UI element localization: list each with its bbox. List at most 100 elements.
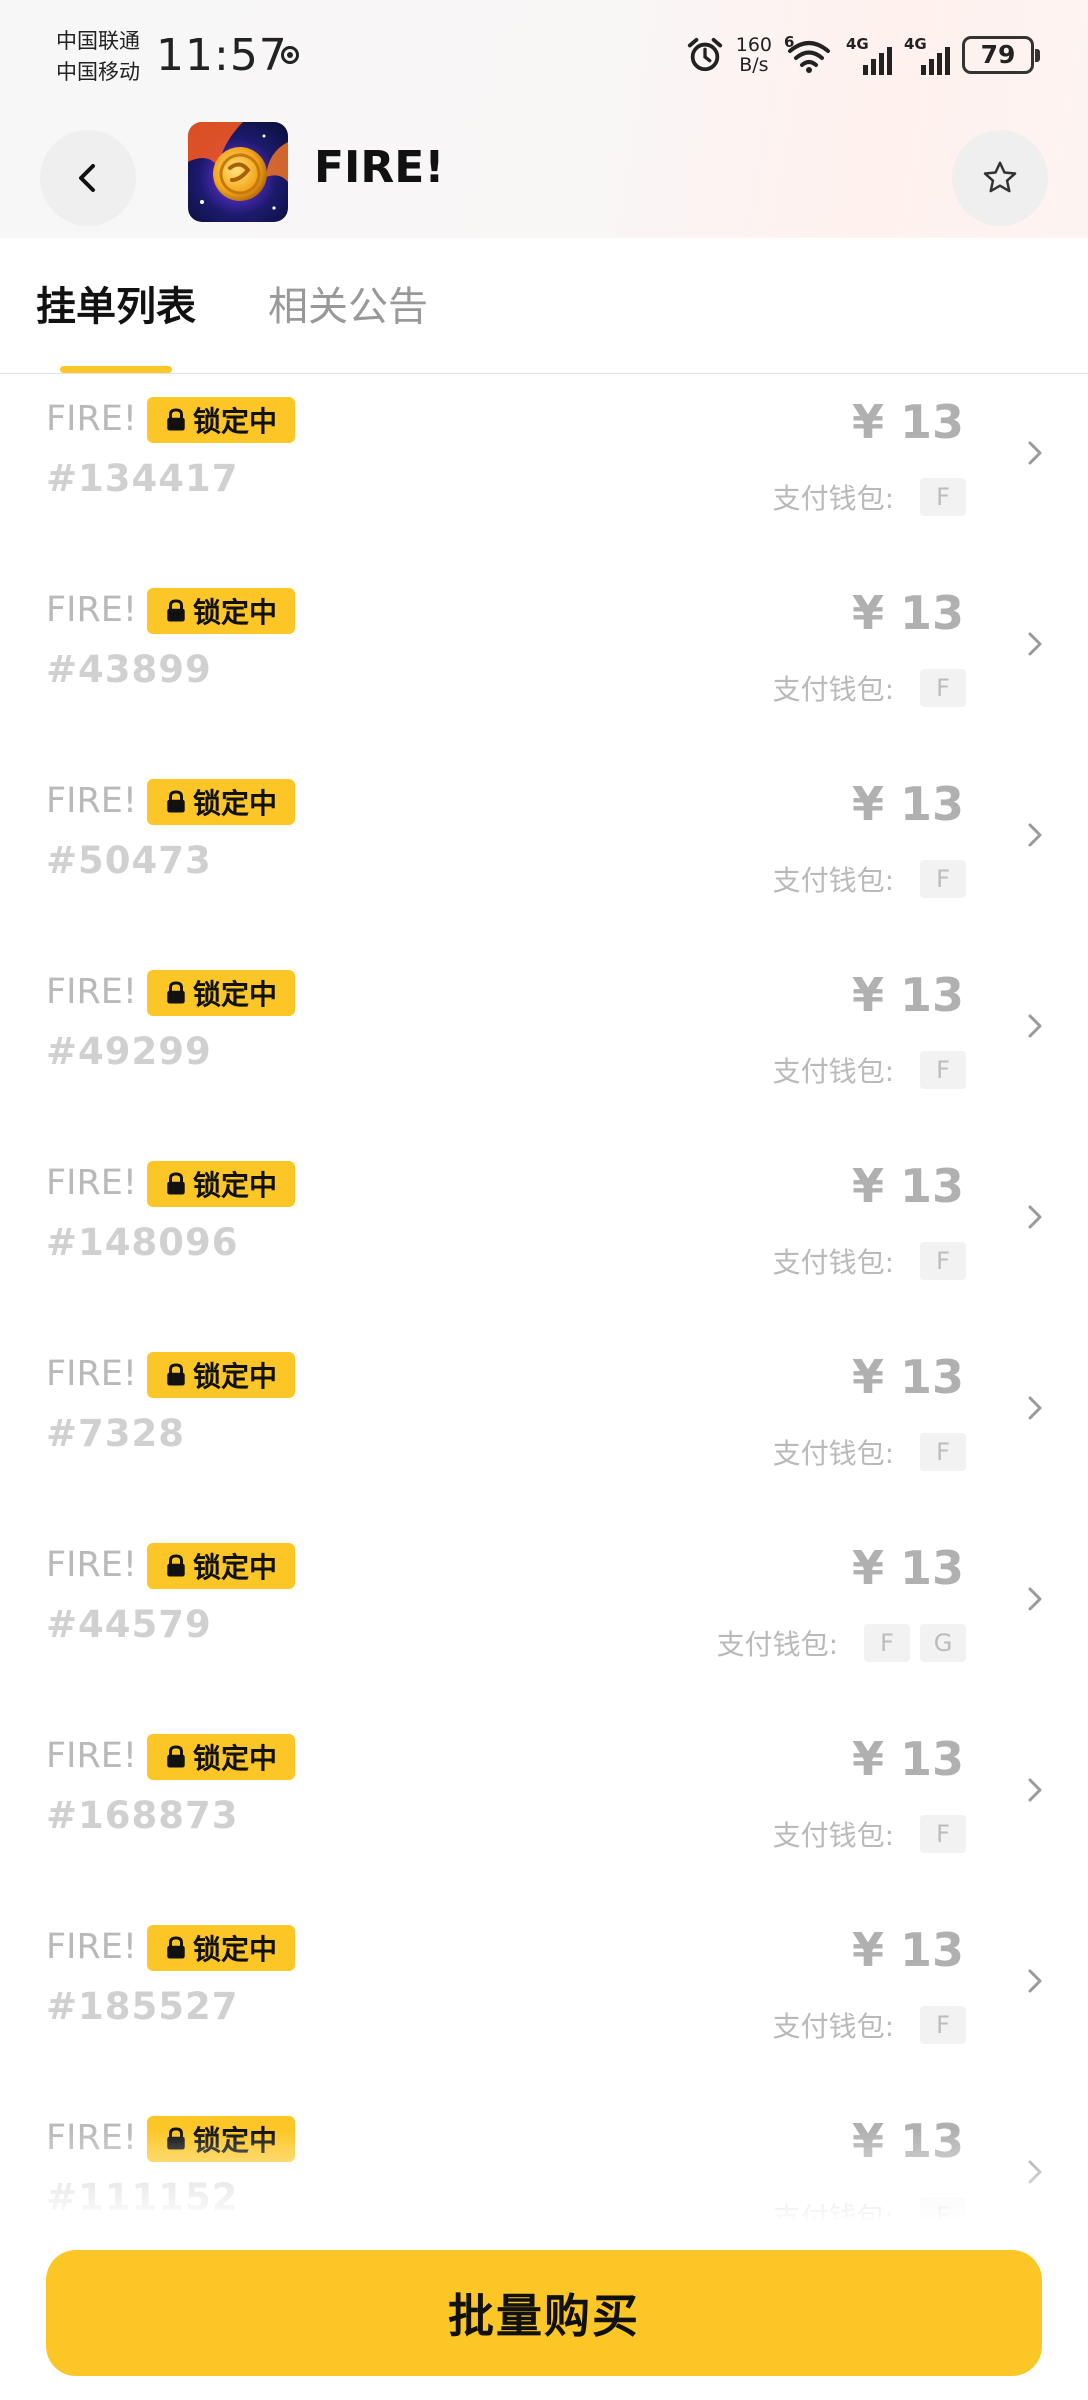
tab-announcements[interactable]: 相关公告 bbox=[268, 274, 428, 332]
locked-badge: 锁定中 bbox=[147, 1352, 295, 1398]
listing-row[interactable]: FIRE! 锁定中 #49299 ¥ 13 支付钱包: F bbox=[0, 958, 1088, 1149]
payment-wallets: 支付钱包: F bbox=[773, 859, 966, 899]
listing-row[interactable]: FIRE! 锁定中 #134417 ¥ 13 支付钱包: F bbox=[0, 385, 1088, 576]
signal-icon-1: 4G bbox=[846, 35, 892, 75]
wallet-chip: F bbox=[920, 1815, 966, 1853]
carrier-info: 中国联通 中国移动 bbox=[56, 26, 140, 88]
listing-name: FIRE! bbox=[46, 590, 137, 630]
listing-list: FIRE! 锁定中 #134417 ¥ 13 支付钱包: F FIRE! 锁定中 #43899 ¥… bbox=[0, 375, 1088, 2220]
wallet-label: 支付钱包: bbox=[772, 1819, 894, 1852]
wallet-chip: F bbox=[920, 1051, 966, 1089]
locked-badge-label: 锁定中 bbox=[192, 1169, 277, 1202]
chevron-right-icon bbox=[1020, 1770, 1050, 1810]
payment-wallets: 支付钱包: F bbox=[773, 2005, 966, 2045]
status-bar: 中国联通 中国移动 11:57 160 B/s 6 4G 4G 79 bbox=[0, 0, 1088, 110]
signal-icon-2: 4G bbox=[904, 35, 950, 75]
listing-name: FIRE! bbox=[46, 399, 137, 439]
listing-number: #44579 bbox=[46, 1603, 212, 1646]
listing-name: FIRE! bbox=[46, 1545, 137, 1585]
battery-indicator: 79 bbox=[962, 36, 1040, 74]
wallet-label: 支付钱包: bbox=[772, 1437, 894, 1470]
locked-badge: 锁定中 bbox=[147, 1161, 295, 1207]
page-title: FIRE! bbox=[314, 142, 445, 193]
listing-price: ¥ 13 bbox=[851, 777, 964, 831]
listing-number: #7328 bbox=[46, 1412, 185, 1455]
listing-row[interactable]: FIRE! 锁定中 #7328 ¥ 13 支付钱包: F bbox=[0, 1340, 1088, 1531]
wallet-label: 支付钱包: bbox=[772, 482, 894, 515]
locked-badge-label: 锁定中 bbox=[192, 978, 277, 1011]
listing-row[interactable]: FIRE! 锁定中 #43899 ¥ 13 支付钱包: F bbox=[0, 576, 1088, 767]
lock-icon bbox=[167, 981, 185, 1004]
wallet-chip: F bbox=[920, 1242, 966, 1280]
carrier-2: 中国移动 bbox=[56, 60, 140, 84]
tab-active-indicator bbox=[60, 366, 172, 373]
listing-price: ¥ 13 bbox=[851, 1350, 964, 1404]
status-clock: 11:57 bbox=[156, 30, 288, 81]
payment-wallets: 支付钱包: F bbox=[773, 668, 966, 708]
chevron-right-icon bbox=[1020, 624, 1050, 664]
nav-bar: FIRE! bbox=[0, 118, 1088, 226]
chevron-right-icon bbox=[1020, 1961, 1050, 2001]
locked-badge-label: 锁定中 bbox=[192, 787, 277, 820]
listing-number: #43899 bbox=[46, 648, 212, 691]
payment-wallets: 支付钱包: F bbox=[773, 1432, 966, 1472]
listing-name: FIRE! bbox=[46, 1736, 137, 1776]
listing-row[interactable]: FIRE! 锁定中 #168873 ¥ 13 支付钱包: F bbox=[0, 1722, 1088, 1913]
wallet-label: 支付钱包: bbox=[772, 673, 894, 706]
lock-icon bbox=[167, 790, 185, 813]
tab-bar: 挂单列表 相关公告 bbox=[0, 238, 1088, 374]
back-button[interactable] bbox=[40, 130, 136, 226]
payment-wallets: 支付钱包: F bbox=[773, 477, 966, 517]
lock-icon bbox=[167, 599, 185, 622]
listing-name: FIRE! bbox=[46, 781, 137, 821]
chevron-right-icon bbox=[1020, 1579, 1050, 1619]
payment-wallets: 支付钱包: F bbox=[773, 1050, 966, 1090]
listing-row[interactable]: FIRE! 锁定中 #148096 ¥ 13 支付钱包: F bbox=[0, 1149, 1088, 1340]
locked-badge: 锁定中 bbox=[147, 779, 295, 825]
listing-price: ¥ 13 bbox=[851, 1159, 964, 1213]
listing-row[interactable]: FIRE! 锁定中 #50473 ¥ 13 支付钱包: F bbox=[0, 767, 1088, 958]
payment-wallets: 支付钱包: F bbox=[773, 1814, 966, 1854]
listing-number: #49299 bbox=[46, 1030, 212, 1073]
locked-badge: 锁定中 bbox=[147, 970, 295, 1016]
locked-badge-label: 锁定中 bbox=[192, 1551, 277, 1584]
chevron-right-icon bbox=[1020, 1197, 1050, 1237]
wallet-label: 支付钱包: bbox=[772, 864, 894, 897]
lock-icon bbox=[167, 1745, 185, 1768]
locked-badge: 锁定中 bbox=[147, 588, 295, 634]
lock-icon bbox=[167, 408, 185, 431]
listing-number: #134417 bbox=[46, 457, 239, 500]
locked-badge: 锁定中 bbox=[147, 1925, 295, 1971]
chevron-right-icon bbox=[1020, 433, 1050, 473]
tab-listings[interactable]: 挂单列表 bbox=[36, 274, 196, 332]
list-fade bbox=[0, 2130, 1088, 2220]
bottom-bar: 批量购买 bbox=[0, 2220, 1088, 2400]
listing-price: ¥ 13 bbox=[851, 968, 964, 1022]
listing-number: #168873 bbox=[46, 1794, 239, 1837]
favorite-button[interactable] bbox=[952, 130, 1048, 226]
listing-number: #185527 bbox=[46, 1985, 239, 2028]
listing-price: ¥ 13 bbox=[851, 395, 964, 449]
locked-badge-label: 锁定中 bbox=[192, 596, 277, 629]
listing-number: #50473 bbox=[46, 839, 212, 882]
listing-name: FIRE! bbox=[46, 1927, 137, 1967]
listing-row[interactable]: FIRE! 锁定中 #44579 ¥ 13 支付钱包: F G bbox=[0, 1531, 1088, 1722]
listing-name: FIRE! bbox=[46, 1354, 137, 1394]
lock-icon bbox=[167, 1363, 185, 1386]
carrier-1: 中国联通 bbox=[56, 29, 140, 53]
batch-buy-button[interactable]: 批量购买 bbox=[46, 2250, 1042, 2376]
chevron-right-icon bbox=[1020, 1006, 1050, 1046]
lock-icon bbox=[167, 1172, 185, 1195]
listing-row[interactable]: FIRE! 锁定中 #185527 ¥ 13 支付钱包: F bbox=[0, 1913, 1088, 2104]
wifi-icon: 6 bbox=[784, 33, 834, 75]
payment-wallets: 支付钱包: F bbox=[773, 1241, 966, 1281]
locked-badge: 锁定中 bbox=[147, 1543, 295, 1589]
notification-icon bbox=[281, 46, 299, 64]
status-icons: 160 B/s 6 4G 4G 79 bbox=[686, 30, 1040, 80]
wallet-chip: F bbox=[864, 1624, 910, 1662]
lock-icon bbox=[167, 1554, 185, 1577]
listing-number: #148096 bbox=[46, 1221, 239, 1264]
listing-price: ¥ 13 bbox=[851, 1923, 964, 1977]
app-logo bbox=[188, 122, 288, 222]
wallet-chip: G bbox=[920, 1624, 966, 1662]
